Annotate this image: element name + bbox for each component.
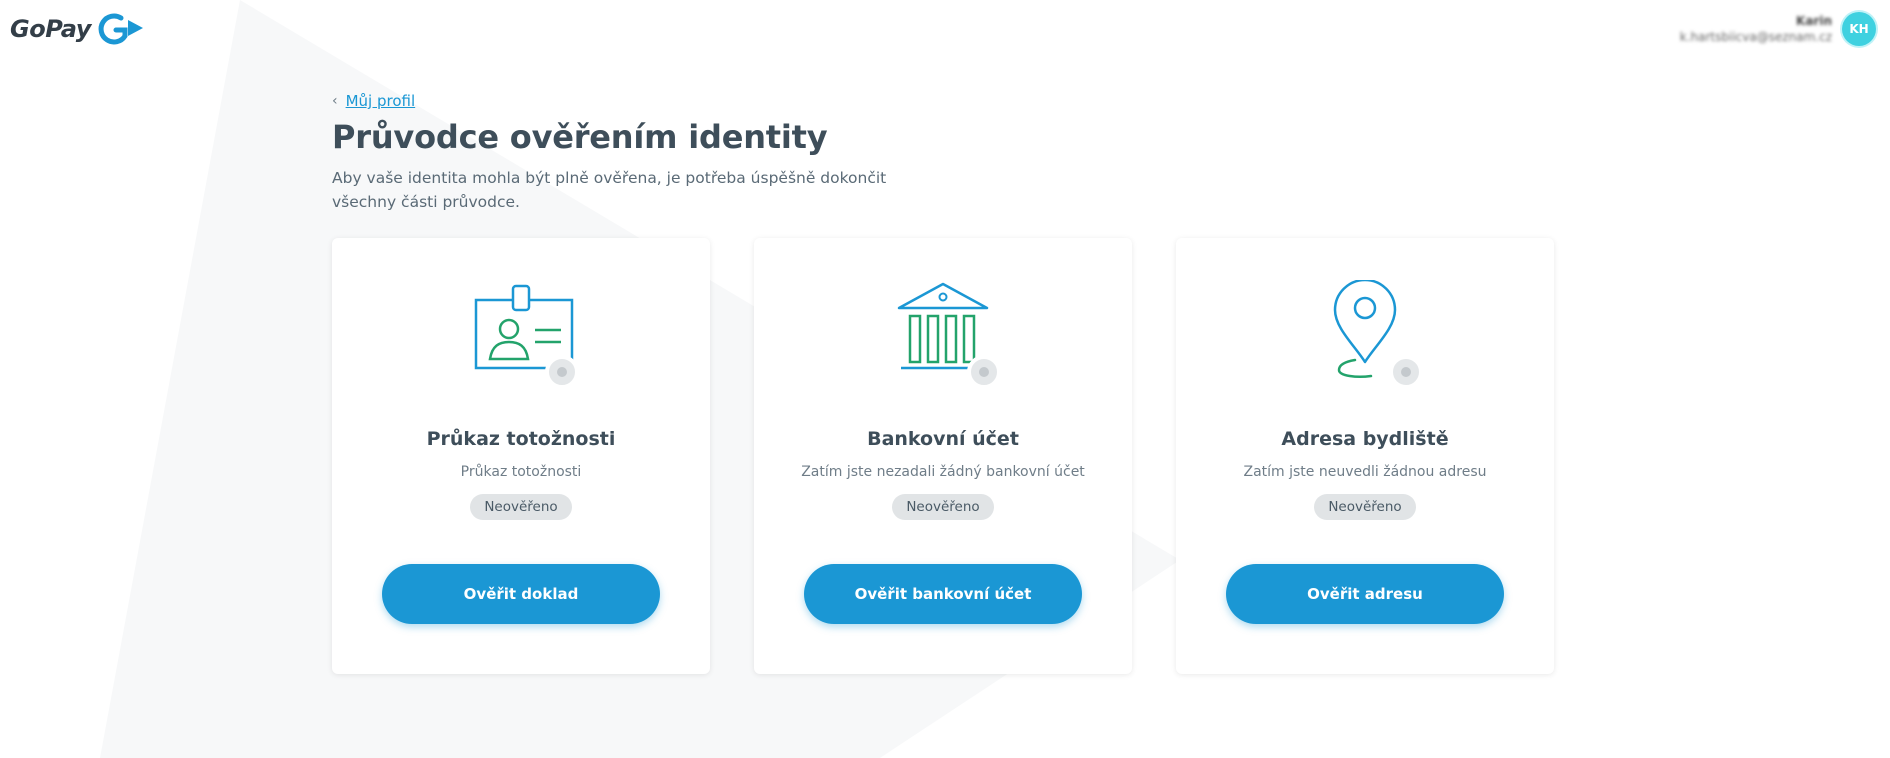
card-description: Zatím jste neuvedli žádnou adresu xyxy=(1243,464,1487,480)
card-description: Zatím jste nezadali žádný bankovní účet xyxy=(801,464,1085,480)
card-id-document: Průkaz totožnosti Průkaz totožnosti Neov… xyxy=(332,238,710,674)
location-pin-icon xyxy=(1305,278,1425,396)
verify-document-button[interactable]: Ověřit doklad xyxy=(382,564,660,624)
user-email: k.hartsbiicva@seznam.cz xyxy=(1679,30,1832,44)
card-title: Bankovní účet xyxy=(867,428,1019,450)
main-content: ‹ Můj profil Průvodce ověřením identity … xyxy=(332,92,1572,214)
user-menu[interactable]: Karin k.hartsbiicva@seznam.cz KH xyxy=(1680,12,1876,46)
breadcrumb-label: Můj profil xyxy=(345,92,416,110)
page: GoPay Karin k.hartsbiicva@seznam.cz KH ‹… xyxy=(0,0,1890,758)
card-title: Průkaz totožnosti xyxy=(426,428,616,450)
card-address: Adresa bydliště Zatím jste neuvedli žádn… xyxy=(1176,238,1554,674)
id-card-icon xyxy=(461,280,581,396)
user-info: Karin k.hartsbiicva@seznam.cz xyxy=(1680,14,1832,44)
user-name: Karin xyxy=(1796,14,1832,28)
breadcrumb-back-link[interactable]: ‹ Můj profil xyxy=(332,92,1572,110)
page-subtitle: Aby vaše identita mohla být plně ověřena… xyxy=(332,169,887,211)
card-description: Průkaz totožnosti xyxy=(460,464,582,480)
verify-address-button[interactable]: Ověřit adresu xyxy=(1226,564,1504,624)
status-badge: Neověřeno xyxy=(892,494,994,520)
card-bank-account: Bankovní účet Zatím jste nezadali žádný … xyxy=(754,238,1132,674)
verification-cards: Průkaz totožnosti Průkaz totožnosti Neov… xyxy=(332,238,1554,674)
status-badge: Neověřeno xyxy=(1314,494,1416,520)
avatar[interactable]: KH xyxy=(1842,12,1876,46)
gopay-logo[interactable]: GoPay xyxy=(10,12,147,46)
card-title: Adresa bydliště xyxy=(1281,428,1449,450)
chevron-left-icon: ‹ xyxy=(332,93,338,109)
status-badge: Neověřeno xyxy=(470,494,572,520)
gopay-logo-mark-icon xyxy=(98,13,143,45)
verify-bank-account-button[interactable]: Ověřit bankovní účet xyxy=(804,564,1082,624)
page-title: Průvodce ověřením identity xyxy=(332,118,828,156)
bank-icon xyxy=(883,280,1003,396)
logo-text: GoPay xyxy=(10,15,91,43)
